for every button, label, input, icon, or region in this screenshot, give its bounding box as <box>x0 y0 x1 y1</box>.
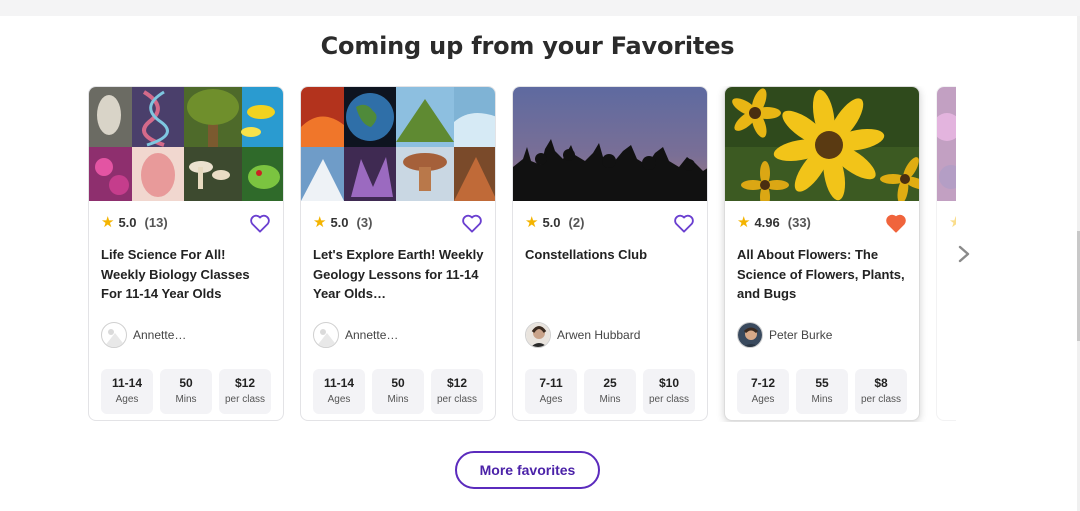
heart-icon[interactable] <box>673 213 695 233</box>
teacher-name: Annette… <box>345 328 399 342</box>
class-image-partial <box>937 87 956 201</box>
star-icon: ★ <box>313 214 327 231</box>
stat-duration: 50 Mins <box>160 369 212 414</box>
class-card[interactable]: ★ 5.0 (2) Constellations Club Arwen Hubb… <box>512 86 708 421</box>
rating-count: (3) <box>356 215 373 230</box>
stat-duration: 50 Mins <box>372 369 424 414</box>
stat-ages: 7-12 Ages <box>737 369 789 414</box>
favorites-carousel: ★ 5.0 (13) Life Science For All! Weekly … <box>88 86 956 422</box>
stat-price: $10 per class <box>643 369 695 414</box>
class-title[interactable]: Life Science For All! Weekly Biology Cla… <box>101 245 273 304</box>
star-icon: ★ <box>737 214 751 231</box>
teacher-name: Peter Burke <box>769 328 833 342</box>
class-title[interactable]: All About Flowers: The Science of Flower… <box>737 245 909 304</box>
stat-price: $8 per class <box>855 369 907 414</box>
stat-price: $12 per class <box>431 369 483 414</box>
stat-ages: 11-14 Ages <box>313 369 365 414</box>
stat-duration: 25 Mins <box>584 369 636 414</box>
star-icon: ★ <box>101 214 115 231</box>
class-image-constellations <box>513 87 707 201</box>
rating-value: 4.96 <box>754 215 780 230</box>
class-stats: 7-11 Ages 25 Mins $10 per class <box>525 369 695 414</box>
class-image-biology <box>89 87 283 201</box>
rating-value: 5.0 <box>542 215 561 230</box>
star-icon: ★ <box>525 214 539 231</box>
class-card[interactable]: ★ 5.0 (13) Life Science For All! Weekly … <box>88 86 284 421</box>
class-card[interactable]: ★ 5.0 (3) Let's Explore Earth! Weekly Ge… <box>300 86 496 421</box>
rating-value: 5.0 <box>330 215 349 230</box>
chevron-right-icon[interactable] <box>954 244 974 264</box>
class-title[interactable]: Constellations Club <box>525 245 697 265</box>
teacher-name: Arwen Hubbard <box>557 328 641 342</box>
class-title[interactable]: Let's Explore Earth! Weekly Geology Less… <box>313 245 485 304</box>
teacher-info[interactable]: Arwen Hubbard <box>525 322 640 348</box>
teacher-photo-icon <box>525 322 551 348</box>
class-card-partial[interactable]: ★ <box>936 86 956 421</box>
class-stats: 11-14 Ages 50 Mins $12 per class <box>101 369 271 414</box>
teacher-info[interactable]: Annette… <box>313 322 398 348</box>
class-stats: 11-14 Ages 50 Mins $12 per class <box>313 369 483 414</box>
teacher-photo-icon <box>737 322 763 348</box>
heart-icon[interactable] <box>461 213 483 233</box>
rating-value: 5.0 <box>118 215 137 230</box>
stat-duration: 55 Mins <box>796 369 848 414</box>
stat-ages: 7-11 Ages <box>525 369 577 414</box>
class-card[interactable]: ★ 4.96 (33) All About Flowers: The Scien… <box>724 86 920 421</box>
section-title: Coming up from your Favorites <box>320 32 735 60</box>
star-icon: ★ <box>949 215 956 230</box>
class-stats: 7-12 Ages 55 Mins $8 per class <box>737 369 907 414</box>
teacher-info[interactable]: Peter Burke <box>737 322 832 348</box>
rating-count: (2) <box>568 215 585 230</box>
teacher-name: Annette… <box>133 328 187 342</box>
more-favorites-button[interactable]: More favorites <box>455 451 600 489</box>
heart-icon[interactable] <box>249 213 271 233</box>
class-image-geology <box>301 87 495 201</box>
rating-count: (13) <box>144 215 168 230</box>
default-avatar-icon <box>313 322 339 348</box>
top-strip <box>0 0 1080 16</box>
rating-count: (33) <box>787 215 811 230</box>
class-image-flowers <box>725 87 919 201</box>
heart-icon[interactable] <box>885 213 907 233</box>
stat-ages: 11-14 Ages <box>101 369 153 414</box>
stat-price: $12 per class <box>219 369 271 414</box>
teacher-info[interactable]: Annette… <box>101 322 186 348</box>
default-avatar-icon <box>101 322 127 348</box>
